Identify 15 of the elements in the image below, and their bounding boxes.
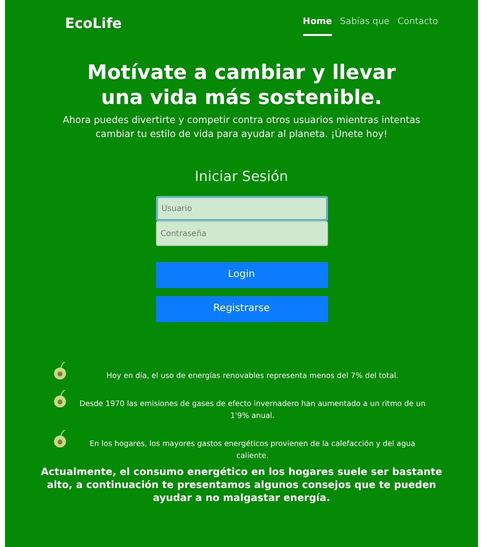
brand-logo[interactable]: EcoLife (65, 14, 122, 36)
register-button[interactable]: Registrarse (156, 296, 328, 322)
nav-link[interactable]: Sabías que (340, 14, 390, 36)
apple-icon (53, 390, 67, 408)
apple-icon (53, 430, 67, 448)
nav-link[interactable]: Home (302, 14, 332, 36)
apple-icon (53, 362, 67, 380)
hero-title: Motívate a cambiar y llevar una vida más sostenible. (86, 60, 397, 110)
password-field[interactable]: Contraseña (156, 220, 328, 246)
login-button[interactable]: Login (156, 262, 328, 288)
hero-subtitle: Ahora puedes divertirte y competir contra otros usuarios mientras intentas cambiar tu estilo de vida para ayudar al planeta. ¡Únete hoy! (62, 114, 422, 142)
nav-link[interactable]: Contacto (397, 14, 438, 36)
login-title: Iniciar Sesión (194, 168, 288, 187)
username-field[interactable]: Usuario (156, 196, 328, 221)
closing-paragraph: Actualmente, el consumo energético en los hogares suele ser bastante alto, a continuación te presentamos algunos consejos que te pueden ayudar a no malgastar energía. (40, 466, 444, 505)
